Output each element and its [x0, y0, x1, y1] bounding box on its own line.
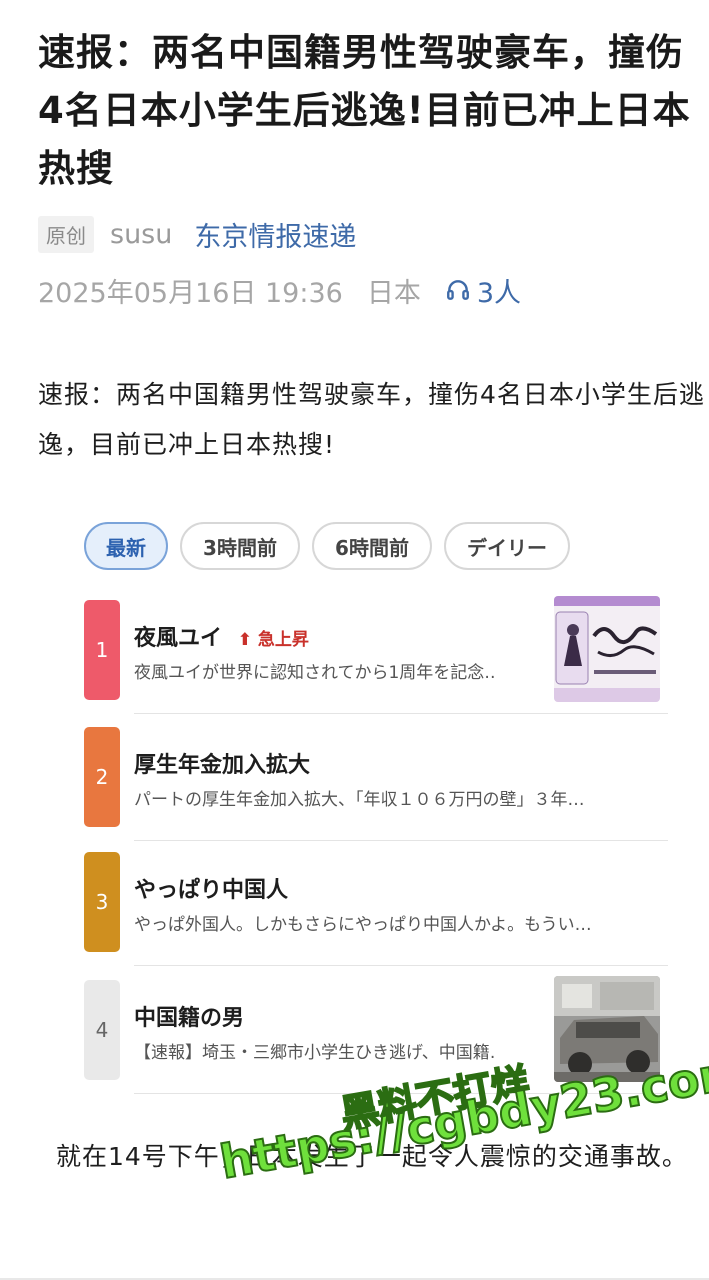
- thumbnail-image: [554, 596, 660, 702]
- tab-6h[interactable]: 6時間前: [312, 522, 432, 570]
- rank-number: 4: [84, 980, 120, 1080]
- row-divider: [134, 713, 668, 714]
- lead-paragraph: 速报：两名中国籍男性驾驶豪车，撞伤4名日本小学生后逃逸，目前已冲上日本热搜!: [38, 380, 705, 459]
- listener-count: 3人: [476, 277, 522, 309]
- trend-item[interactable]: 4 中国籍の男 【速報】埼玉・三郷市小学生ひき逃げ、中国籍…: [84, 976, 668, 1094]
- trend-title: 夜風ユイ: [134, 626, 223, 651]
- trend-title: 中国籍の男: [134, 1006, 245, 1031]
- publish-datetime: 2025年05月16日 19:36: [38, 277, 343, 309]
- trend-description: 【速報】埼玉・三郷市小学生ひき逃げ、中国籍…: [134, 1043, 494, 1063]
- row-divider: [134, 965, 668, 966]
- surge-badge: ⬆ 急上昇: [238, 630, 309, 650]
- rank-number: 2: [84, 727, 120, 827]
- tab-3h[interactable]: 3時間前: [180, 522, 300, 570]
- trend-item[interactable]: 2 厚生年金加入拡大 パートの厚生年金加入拡大、「年収１０６万円の壁」３年…: [84, 727, 668, 841]
- author-name[interactable]: susu: [110, 219, 172, 250]
- trend-ranking-screenshot: 最新 3時間前 6時間前 デイリー 1 夜風ユイ ⬆ 急上昇 夜風ユイが世界に認…: [78, 512, 678, 1112]
- period-tabs: 最新 3時間前 6時間前 デイリー: [84, 522, 582, 570]
- trend-title-row: 夜風ユイ ⬆ 急上昇: [134, 620, 309, 652]
- original-badge: 原创: [38, 215, 94, 253]
- surge-label: 急上昇: [257, 630, 309, 650]
- trend-description: パートの厚生年金加入拡大、「年収１０６万円の壁」３年…: [134, 790, 585, 810]
- trend-item[interactable]: 1 夜風ユイ ⬆ 急上昇 夜風ユイが世界に認知されてから1周年を記念…: [84, 596, 668, 714]
- publish-info: 2025年05月16日 19:36 日本 3人: [38, 270, 521, 310]
- trend-description: やっぱ外国人。しかもさらにやっぱり中国人かよ。もうい…: [134, 915, 592, 935]
- trend-item[interactable]: 3 やっぱり中国人 やっぱ外国人。しかもさらにやっぱり中国人かよ。もうい…: [84, 852, 668, 966]
- account-link[interactable]: 东京情报速递: [194, 215, 356, 254]
- article-title: 速报：两名中国籍男性驾驶豪车，撞伤4名日本小学生后逃逸!目前已冲上日本热搜: [38, 31, 691, 190]
- article-meta: 原创 susu 东京情报速递: [38, 214, 356, 254]
- publish-region: 日本: [366, 277, 421, 309]
- tab-latest[interactable]: 最新: [84, 522, 168, 570]
- tab-daily[interactable]: デイリー: [444, 522, 570, 570]
- listen-button[interactable]: 3人: [445, 271, 521, 310]
- rank-number: 1: [84, 600, 120, 700]
- rank-number: 3: [84, 852, 120, 952]
- trend-description: 夜風ユイが世界に認知されてから1周年を記念…: [134, 663, 494, 683]
- row-divider: [134, 840, 668, 841]
- headphones-icon: [446, 280, 469, 300]
- trend-title: やっぱり中国人: [134, 878, 289, 903]
- arrow-up-icon: ⬆: [237, 630, 252, 650]
- trend-title: 厚生年金加入拡大: [134, 753, 311, 778]
